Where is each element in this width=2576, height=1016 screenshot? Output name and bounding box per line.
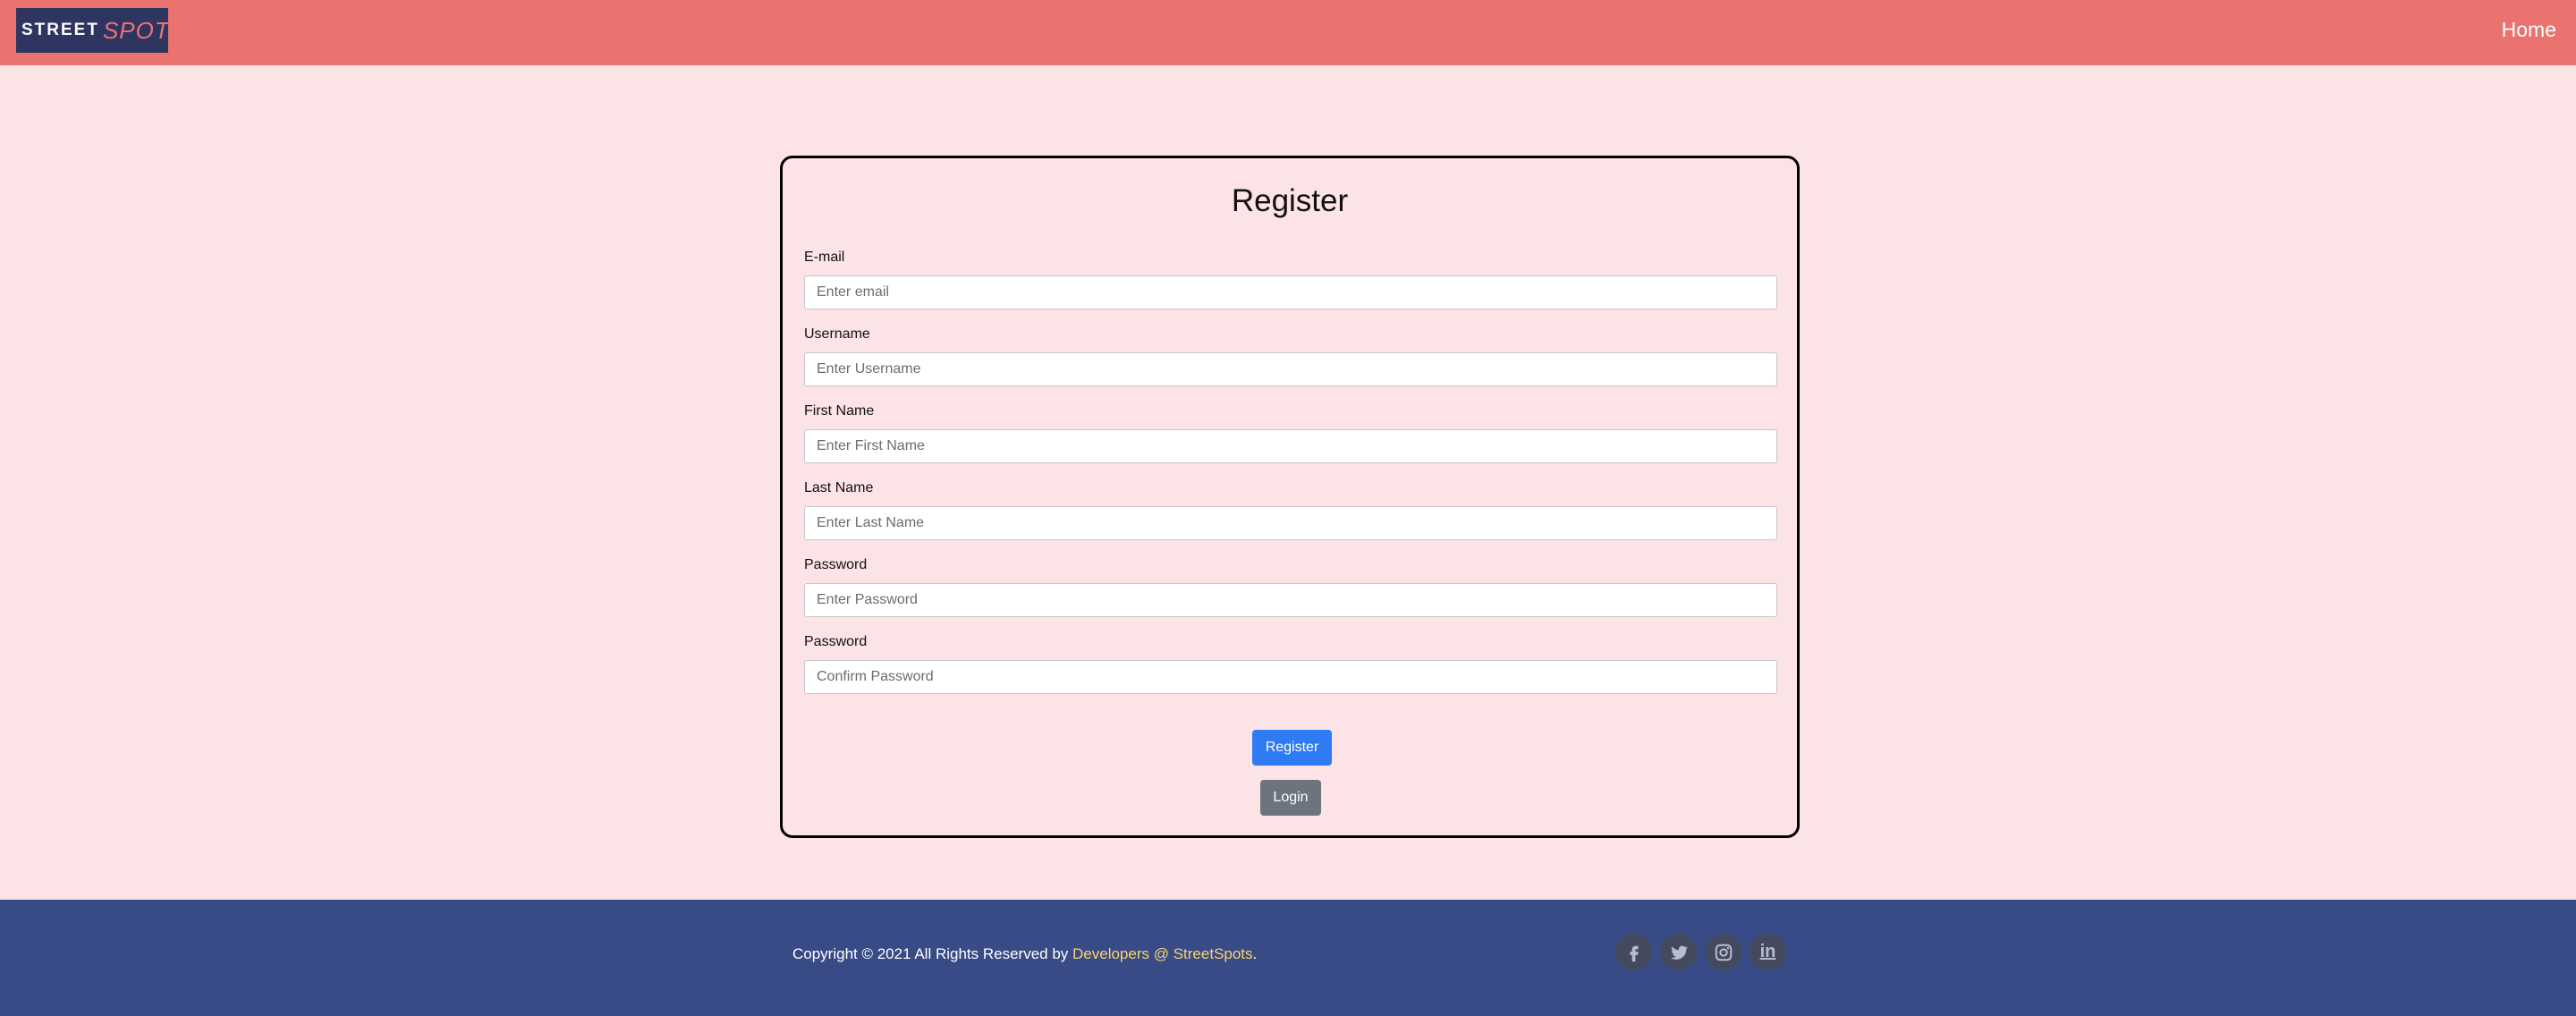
linkedin-text: in bbox=[1759, 942, 1776, 961]
email-field[interactable] bbox=[804, 275, 1777, 309]
form-title: Register bbox=[1231, 183, 1349, 218]
username-label: Username bbox=[804, 326, 870, 342]
first-name-label: First Name bbox=[804, 403, 875, 419]
logo-street-text: STREET bbox=[21, 21, 99, 39]
copyright-prefix: Copyright © 2021 All Rights Reserved by bbox=[792, 945, 1073, 962]
last-name-field[interactable] bbox=[804, 506, 1777, 540]
facebook-icon[interactable] bbox=[1615, 934, 1652, 970]
developers-link[interactable]: Developers @ StreetSpots bbox=[1072, 945, 1253, 962]
last-name-label: Last Name bbox=[804, 480, 874, 495]
twitter-icon[interactable] bbox=[1660, 934, 1697, 970]
linkedin-icon[interactable]: in bbox=[1750, 934, 1786, 970]
username-field[interactable] bbox=[804, 352, 1777, 386]
instagram-icon[interactable] bbox=[1705, 934, 1741, 970]
streetspots-logo[interactable]: STREET SPOTS bbox=[16, 8, 185, 53]
register-button[interactable]: Register bbox=[1252, 730, 1332, 766]
footer: Copyright © 2021 All Rights Reserved by … bbox=[0, 900, 2576, 1016]
confirm-password-field[interactable] bbox=[804, 660, 1777, 694]
register-form: Register E-mail Username First Name Last… bbox=[780, 156, 1800, 838]
login-button[interactable]: Login bbox=[1260, 780, 1321, 816]
navbar: STREET SPOTS Home bbox=[0, 0, 2576, 65]
first-name-field[interactable] bbox=[804, 429, 1777, 463]
logo-spots-text: SPOTS bbox=[102, 16, 187, 44]
confirm-password-label: Password bbox=[804, 634, 868, 649]
password-label: Password bbox=[804, 557, 868, 572]
email-label: E-mail bbox=[804, 250, 845, 265]
nav-home-link[interactable]: Home bbox=[2502, 18, 2556, 42]
password-field[interactable] bbox=[804, 583, 1777, 617]
copyright-suffix: . bbox=[1252, 945, 1258, 962]
copyright-text: Copyright © 2021 All Rights Reserved by … bbox=[792, 945, 1257, 963]
